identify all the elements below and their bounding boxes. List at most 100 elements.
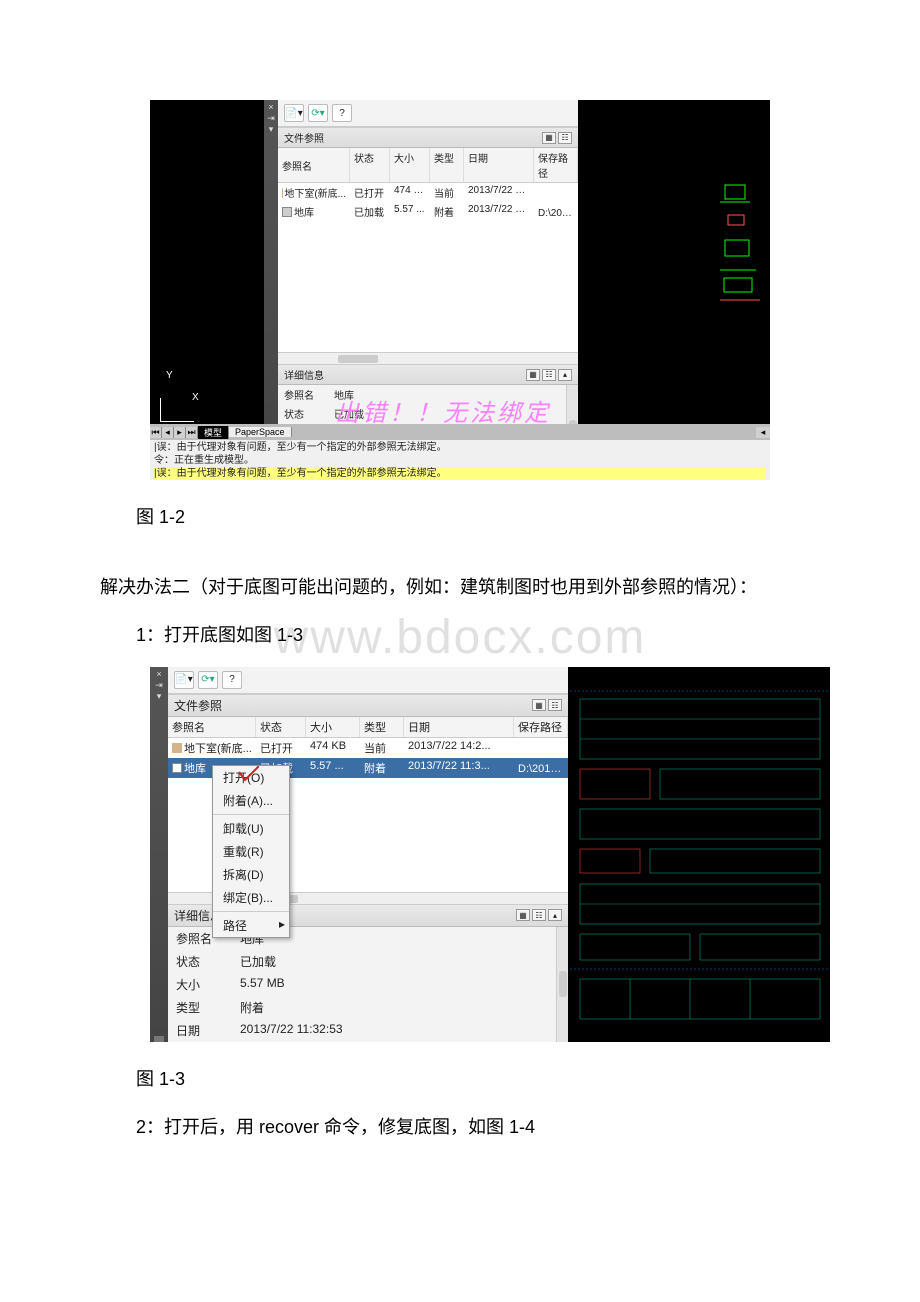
- file-ref-header: 文件参照 ▦ ☷: [168, 694, 568, 717]
- col-path[interactable]: 保存路径: [534, 148, 578, 182]
- details-grid: 参照名地库 状态已加载 大小5.57 MB 类型附着 日期2013/7/22 1…: [168, 927, 556, 1042]
- col-size[interactable]: 大小: [390, 148, 430, 182]
- col-size[interactable]: 大小: [306, 717, 360, 737]
- ctx-bind[interactable]: 绑定(B)...: [213, 886, 289, 909]
- refresh-dropdown-button[interactable]: ⟳▾: [308, 104, 328, 122]
- collapse-button[interactable]: ▴: [548, 909, 562, 921]
- attach-dropdown-button[interactable]: 📄▾: [174, 671, 194, 689]
- col-type[interactable]: 类型: [360, 717, 404, 737]
- file-table: 参照名 状态 大小 类型 日期 保存路径 地下室(新底... 已打开 474 K…: [278, 148, 578, 221]
- pin-icon[interactable]: ⇥: [155, 680, 163, 690]
- tabnav-scroll-icon[interactable]: ◂: [756, 427, 770, 438]
- cell: 2013/7/22 14:2...: [404, 738, 514, 758]
- ctx-attach[interactable]: 附着(A)...: [213, 789, 289, 812]
- file-table: 参照名 状态 大小 类型 日期 保存路径 地下室(新底... 已打开 474 K…: [168, 717, 568, 778]
- hscrollbar[interactable]: [278, 352, 578, 364]
- table-row[interactable]: 地下室(新底... 已打开 474 KB 当前 2013/7/22 14:2..…: [278, 183, 578, 202]
- tree-view-button[interactable]: ☷: [558, 132, 572, 144]
- list-view-button[interactable]: ▦: [542, 132, 556, 144]
- cell: 当前: [430, 183, 464, 202]
- attach-dropdown-button[interactable]: 📄▾: [284, 104, 304, 122]
- details-list-button[interactable]: ▦: [526, 369, 540, 381]
- grip-icon: [154, 1036, 164, 1042]
- cell: 474 KB: [390, 183, 430, 202]
- col-type[interactable]: 类型: [430, 148, 464, 182]
- palette-handle[interactable]: × ⇥ ▾: [150, 667, 168, 1042]
- vscrollbar[interactable]: [556, 927, 568, 1042]
- drawing-canvas[interactable]: [578, 100, 770, 480]
- ctx-detach[interactable]: 拆离(D): [213, 863, 289, 886]
- table-empty-area: [278, 221, 578, 352]
- caption-fig-1-3: 图 1-3: [100, 1062, 820, 1096]
- collapse-button[interactable]: ▴: [558, 369, 572, 381]
- col-name[interactable]: 参照名: [168, 717, 256, 737]
- paragraph-solution-2: 解决办法二（对于底图可能出问题的，例如：建筑制图时也用到外部参照的情况）：: [100, 570, 820, 604]
- ctx-unload[interactable]: 卸载(U): [213, 817, 289, 840]
- det-val: 2013/7/22 11:32:53: [240, 1022, 548, 1039]
- cell: 已打开: [256, 738, 306, 758]
- cell: [534, 183, 578, 202]
- palette-handle[interactable]: × ⇥ ▾: [264, 100, 278, 480]
- cell: 5.57 ...: [390, 202, 430, 221]
- cell: 2013/7/22 11:3...: [464, 202, 534, 221]
- details-header: 详细信息 ▦ ☷ ▴: [278, 364, 578, 385]
- col-status[interactable]: 状态: [350, 148, 390, 182]
- menu-drop-icon[interactable]: ▾: [157, 691, 162, 701]
- ctx-open[interactable]: 打开(O): [213, 766, 289, 789]
- ucs-icon: Y X: [156, 396, 196, 422]
- ctx-reload[interactable]: 重载(R): [213, 840, 289, 863]
- command-log: |误：由于代理对象有问题，至少有一个指定的外部参照无法绑定。 令：正在重生成模型…: [150, 440, 770, 480]
- pin-icon[interactable]: ⇥: [267, 113, 275, 123]
- col-path[interactable]: 保存路径: [514, 717, 568, 737]
- cell: D:\2013年\建德桥东城市: [534, 202, 578, 221]
- det-val: 附着: [240, 999, 548, 1016]
- tabnav-prev-icon[interactable]: ◂: [162, 427, 174, 438]
- drawing-canvas[interactable]: [568, 667, 830, 1042]
- table-row[interactable]: 地下室(新底... 已打开 474 KB 当前 2013/7/22 14:2..…: [168, 738, 568, 758]
- tab-paperspace[interactable]: PaperSpace: [229, 427, 292, 437]
- col-name[interactable]: 参照名: [278, 148, 350, 182]
- det-key: 状态: [284, 406, 334, 421]
- cell: 已加载: [350, 202, 390, 221]
- cell: 2013/7/22 14:2...: [464, 183, 534, 202]
- col-status[interactable]: 状态: [256, 717, 306, 737]
- check-annotation-icon: [199, 766, 219, 778]
- error-annotation: 出错！！无法绑定: [335, 393, 551, 428]
- cell: 地下室(新底...: [284, 185, 346, 200]
- close-icon[interactable]: ×: [156, 669, 161, 679]
- layout-tabbar: ⏮ ◂ ▸ ⏭ 模型 PaperSpace ◂: [150, 424, 770, 440]
- log-line: |误：由于代理对象有问题，至少有一个指定的外部参照无法绑定。: [154, 441, 766, 454]
- cell: 附着: [430, 202, 464, 221]
- details-list-button[interactable]: ▦: [516, 909, 530, 921]
- details-preview-button[interactable]: ☷: [542, 369, 556, 381]
- cell: 2013/7/22 11:3...: [404, 758, 514, 778]
- context-menu: 打开(O) 附着(A)... 卸载(U) 重载(R) 拆离(D) 绑定(B)..…: [212, 765, 290, 938]
- help-button[interactable]: ?: [332, 104, 352, 122]
- refresh-dropdown-button[interactable]: ⟳▾: [198, 671, 218, 689]
- tabnav-next-icon[interactable]: ▸: [174, 427, 186, 438]
- det-key: 类型: [176, 999, 240, 1016]
- help-button[interactable]: ?: [222, 671, 242, 689]
- table-row[interactable]: 地库 已加载 5.57 ... 附着 2013/7/22 11:3... D:\…: [278, 202, 578, 221]
- det-key: 日期: [176, 1022, 240, 1039]
- ctx-path[interactable]: 路径▸: [213, 914, 289, 937]
- det-key: 大小: [176, 976, 240, 993]
- panel-toolbar: 📄▾ ⟳▾ ?: [168, 667, 568, 694]
- close-icon[interactable]: ×: [268, 102, 273, 112]
- cell: 474 KB: [306, 738, 360, 758]
- tabnav-first-icon[interactable]: ⏮: [150, 427, 162, 438]
- col-date[interactable]: 日期: [404, 717, 514, 737]
- col-date[interactable]: 日期: [464, 148, 534, 182]
- cell: 5.57 ...: [306, 758, 360, 778]
- tree-view-button[interactable]: ☷: [548, 699, 562, 711]
- xref-icon: [172, 763, 182, 773]
- tabnav-last-icon[interactable]: ⏭: [186, 427, 198, 438]
- tab-model[interactable]: 模型: [198, 426, 229, 439]
- det-val: 5.57 MB: [240, 976, 548, 993]
- menu-drop-icon[interactable]: ▾: [269, 124, 274, 134]
- file-ref-title: 文件参照: [284, 130, 324, 145]
- dwg-icon: [172, 743, 182, 753]
- details-title: 详细信息: [284, 367, 324, 382]
- list-view-button[interactable]: ▦: [532, 699, 546, 711]
- details-preview-button[interactable]: ☷: [532, 909, 546, 921]
